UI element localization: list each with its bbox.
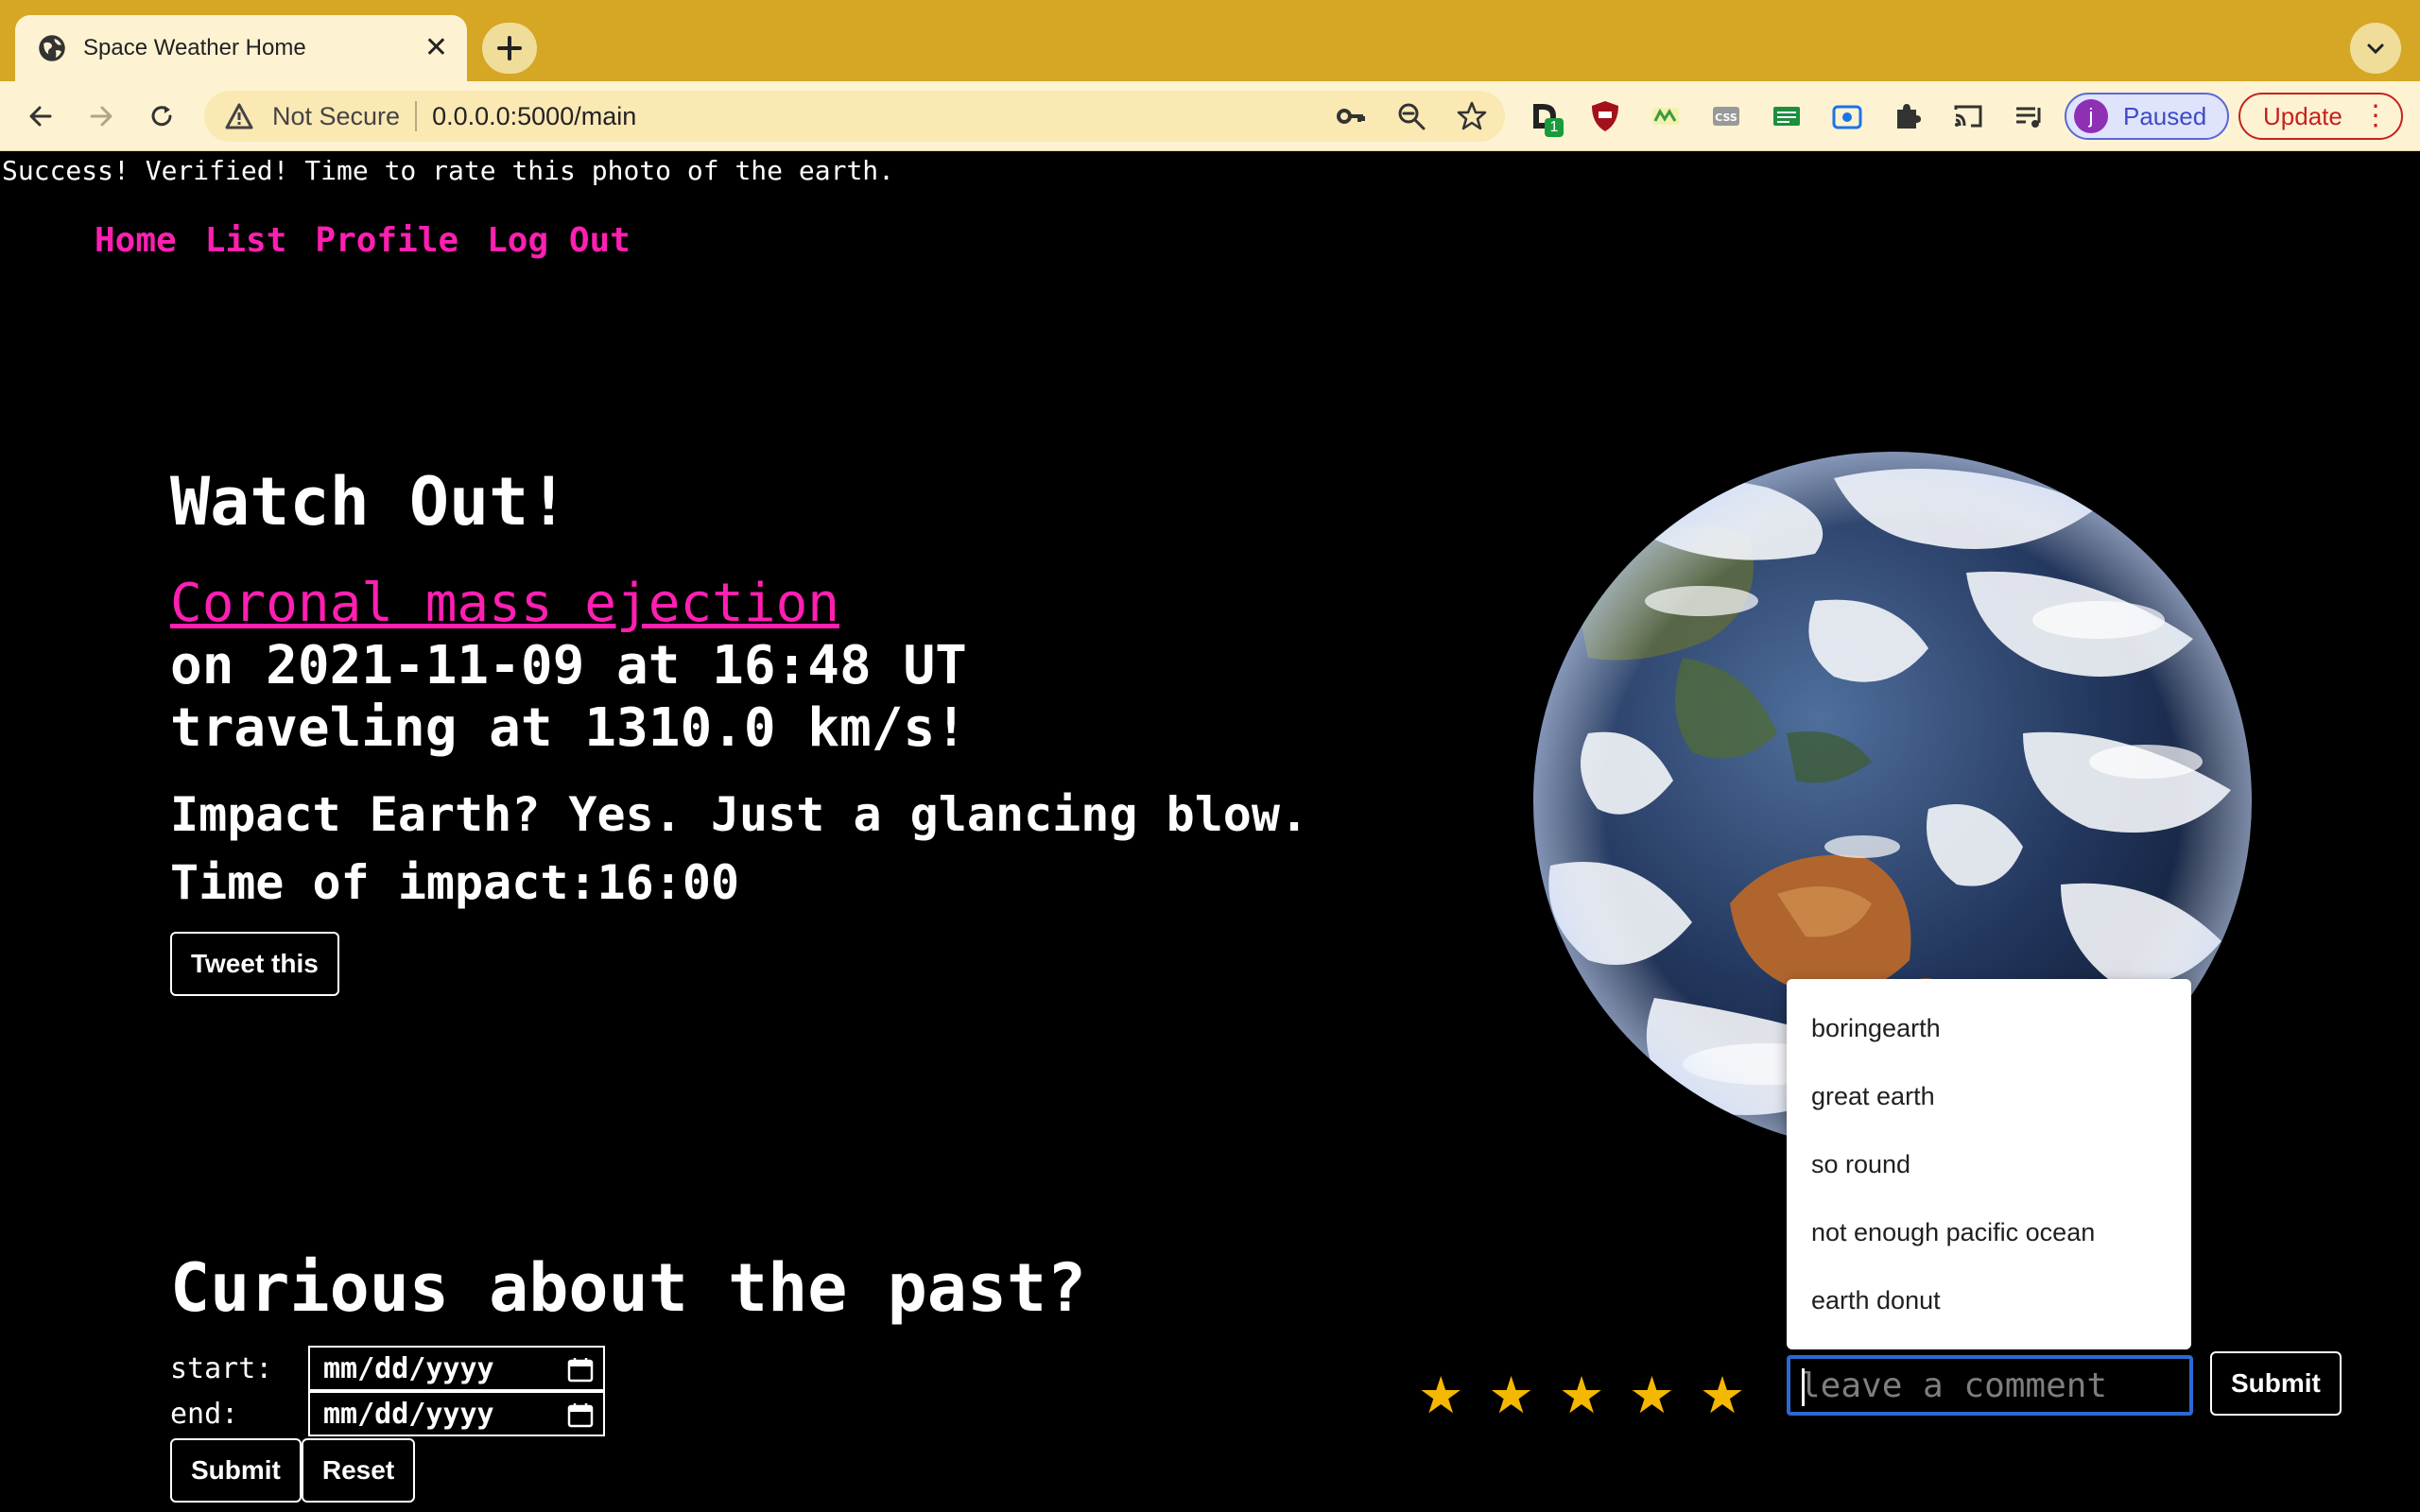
history-buttons: Submit Reset <box>170 1438 416 1503</box>
chevron-down-icon <box>2367 43 2384 55</box>
comment-input[interactable]: leave a comment <box>1787 1355 2193 1416</box>
globe-icon <box>39 35 65 61</box>
warning-icon <box>225 103 253 129</box>
back-button[interactable] <box>19 94 62 138</box>
svg-text:CSS: CSS <box>1715 112 1737 124</box>
event-link[interactable]: Coronal mass ejection <box>170 573 1308 635</box>
history-heading: Curious about the past? <box>170 1249 1087 1327</box>
comment-placeholder: leave a comment <box>1800 1366 2108 1405</box>
text-cursor <box>1802 1368 1805 1406</box>
alert-heading: Watch Out! <box>170 463 569 541</box>
kebab-menu-icon: ⋮ <box>2361 100 2390 131</box>
arrow-left-icon <box>29 106 52 127</box>
shield-icon <box>1592 101 1618 131</box>
history-section: Curious about the past? <box>170 1249 1086 1327</box>
suggestion-item[interactable]: boringearth <box>1787 994 2191 1062</box>
history-submit-button[interactable]: Submit <box>170 1438 302 1503</box>
spreadsheet-icon <box>1773 107 1800 126</box>
zoom-icon[interactable] <box>1395 100 1427 132</box>
flash-message: Success! Verified! Time to rate this pho… <box>2 155 895 186</box>
reload-icon <box>151 106 172 127</box>
profile-button[interactable]: j Paused <box>2065 93 2229 140</box>
end-label: end: <box>170 1397 239 1431</box>
star-2[interactable]: ★ <box>1488 1370 1533 1421</box>
nav-list-link[interactable]: List <box>205 221 287 260</box>
update-label: Update <box>2263 101 2342 130</box>
media-control-button[interactable] <box>2008 95 2049 137</box>
cast-icon <box>1954 105 1982 128</box>
omnibox-actions <box>1335 91 1488 142</box>
calendar-icon[interactable] <box>567 1356 594 1383</box>
playlist-icon <box>2016 107 2041 128</box>
css-icon: CSS <box>1713 107 1739 126</box>
star-3[interactable]: ★ <box>1559 1370 1604 1421</box>
reload-button[interactable] <box>140 94 183 138</box>
puzzle-icon <box>1897 104 1921 129</box>
nav-logout-link[interactable]: Log Out <box>487 221 631 260</box>
start-date-row: start: mm/dd/yyyy <box>170 1346 605 1391</box>
comment-suggestions: boringearth great earth so round not eno… <box>1787 979 2191 1349</box>
star-rating: ★ ★ ★ ★ ★ <box>1418 1370 1745 1421</box>
css-extension[interactable]: CSS <box>1705 95 1747 137</box>
nav-home-link[interactable]: Home <box>95 221 177 260</box>
start-date-placeholder: mm/dd/yyyy <box>323 1351 494 1385</box>
suggestion-item[interactable]: so round <box>1787 1130 2191 1198</box>
wave-icon <box>1652 108 1679 125</box>
alert-section: Watch Out! Coronal mass ejection on 2021… <box>170 463 1308 917</box>
cast-button[interactable] <box>1947 95 1989 137</box>
arrow-right-icon <box>90 106 112 127</box>
star-5[interactable]: ★ <box>1700 1370 1745 1421</box>
nav-profile-link[interactable]: Profile <box>315 221 458 260</box>
record-icon <box>1832 105 1862 129</box>
end-date-input[interactable]: mm/dd/yyyy <box>308 1391 605 1436</box>
suggestion-item[interactable]: earth donut <box>1787 1266 2191 1334</box>
tab-strip: Space Weather Home ✕ <box>0 0 2420 81</box>
sheet-extension[interactable] <box>1766 95 1807 137</box>
tweet-button[interactable]: Tweet this <box>170 932 339 996</box>
site-nav: Home List Profile Log Out <box>95 221 631 260</box>
plus-icon <box>497 36 522 60</box>
history-reset-button[interactable]: Reset <box>301 1438 416 1503</box>
new-tab-button[interactable] <box>482 23 537 74</box>
tab-search-button[interactable] <box>2350 23 2401 74</box>
update-button[interactable]: Update ⋮ <box>2238 93 2403 140</box>
extensions-menu[interactable] <box>1887 95 1928 137</box>
end-date-row: end: mm/dd/yyyy <box>170 1391 605 1436</box>
suggestion-item[interactable]: great earth <box>1787 1062 2191 1130</box>
screencast-extension[interactable] <box>1826 95 1868 137</box>
start-label: start: <box>170 1351 273 1385</box>
bookmark-star-icon[interactable] <box>1456 100 1488 132</box>
browser-tab[interactable]: Space Weather Home ✕ <box>15 15 467 81</box>
ublock-extension[interactable] <box>1584 95 1626 137</box>
key-icon[interactable] <box>1335 100 1367 132</box>
address-bar[interactable]: Not Secure 0.0.0.0:5000/main <box>204 91 1505 142</box>
avatar: j <box>2074 99 2108 133</box>
calendar-icon[interactable] <box>567 1401 594 1428</box>
star-1[interactable]: ★ <box>1418 1370 1463 1421</box>
browser-toolbar: Not Secure 0.0.0.0:5000/main 1 CSS j Pau… <box>0 81 2420 151</box>
suggestion-item[interactable]: not enough pacific ocean <box>1787 1198 2191 1266</box>
impact-time: Time of impact:16:00 <box>170 855 740 910</box>
star-4[interactable]: ★ <box>1629 1370 1674 1421</box>
profile-status: Paused <box>2123 101 2207 130</box>
impact-status: Impact Earth? Yes. Just a glancing blow. <box>170 787 1309 842</box>
grammar-extension[interactable] <box>1645 95 1686 137</box>
forward-button[interactable] <box>79 94 123 138</box>
event-speed: traveling at 1310.0 km/s! <box>170 697 967 759</box>
url-text: 0.0.0.0:5000/main <box>432 101 637 130</box>
end-date-placeholder: mm/dd/yyyy <box>323 1397 494 1431</box>
omnibox-divider <box>415 101 418 131</box>
extension-badge: 1 <box>1545 118 1564 137</box>
dashlane-extension[interactable]: 1 <box>1524 95 1565 137</box>
close-tab-icon[interactable]: ✕ <box>424 34 448 62</box>
start-date-input[interactable]: mm/dd/yyyy <box>308 1346 605 1391</box>
security-label: Not Secure <box>272 101 401 130</box>
event-date: on 2021-11-09 at 16:48 UT <box>170 635 967 696</box>
comment-submit-button[interactable]: Submit <box>2210 1351 2342 1416</box>
tab-title: Space Weather Home <box>83 35 306 60</box>
extensions-bar: 1 CSS <box>1524 93 2049 140</box>
